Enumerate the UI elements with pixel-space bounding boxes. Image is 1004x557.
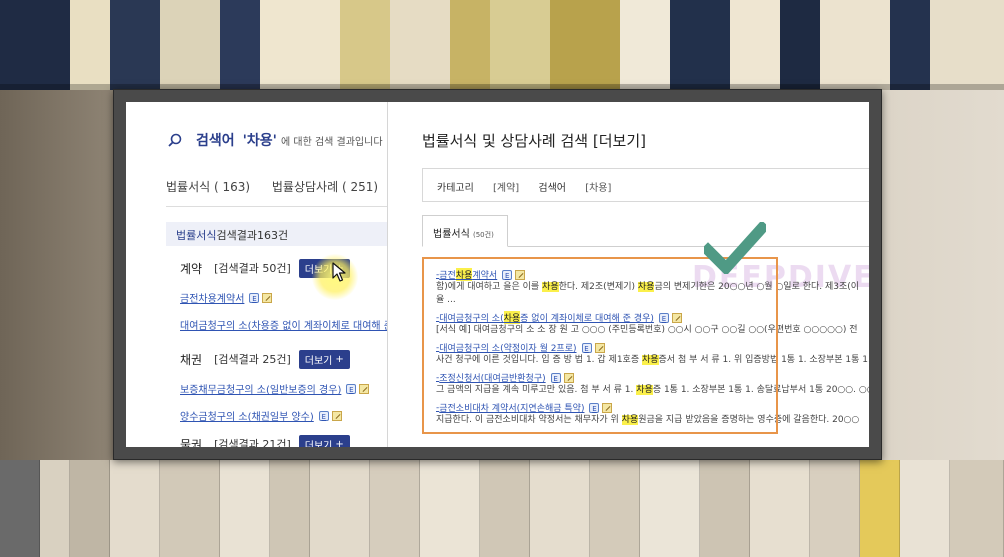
detail-panel: 법률서식 및 상담사례 검색 [더보기] 카테고리 [계약] 검색어 [차용] … (392, 102, 869, 447)
shelf-bottom (0, 460, 1004, 557)
search-keyword: '차용' (242, 133, 277, 149)
search-suffix: 에 대한 검색 결과입니다 (280, 137, 383, 148)
group-name: 계약 (180, 261, 203, 276)
more-button[interactable]: 더보기+ (298, 349, 350, 369)
preview-icon[interactable]: E (318, 410, 329, 421)
edit-icon[interactable] (262, 292, 273, 303)
more-button[interactable]: 더보기+ (298, 434, 350, 448)
group-count: [검색결과 50건] (214, 262, 291, 275)
keyword-value: [차용] (585, 183, 612, 194)
search-icon (168, 133, 182, 147)
search-header: 검색어 '차용' 에 대한 검색 결과입니다 (168, 130, 383, 150)
plus-icon: + (335, 353, 344, 365)
group-name: 채권 (180, 352, 203, 367)
shelf-top (0, 0, 1004, 90)
result-summary: 법률서식검색결과163건 (166, 222, 387, 246)
plus-icon: + (335, 438, 344, 448)
mouse-pointer-icon (332, 262, 346, 282)
item-link[interactable]: 양수금청구의 소(채권일부 양수) (180, 408, 314, 423)
keyword-label: 검색어 (538, 183, 566, 194)
item-link[interactable]: 대여금청구의 소(차용증 없이 계좌이체로 대여해 준 (180, 317, 387, 332)
tab-legal-cases[interactable]: 법률상담사례 ( 251) (272, 180, 378, 194)
result-group-property: 물권 [검색결과 21건] 더보기 + (180, 434, 350, 447)
checkmark-icon (704, 222, 766, 274)
category-label: 카테고리 (437, 183, 474, 194)
tab-count: (50건) (473, 231, 494, 239)
list-item[interactable]: 양수금청구의 소(채권일부 양수) E (180, 408, 369, 423)
result-count: 검색결과163건 (216, 229, 289, 242)
category-tabs: 법률서식 ( 163) 법률상담사례 ( 251) (166, 178, 387, 195)
divider (166, 206, 387, 207)
tab-legal-forms[interactable]: 법률서식 (50건) (422, 215, 508, 247)
edit-icon[interactable] (359, 383, 370, 394)
item-link[interactable]: 금전차용계약서 (180, 290, 244, 305)
tab-legal-forms[interactable]: 법률서식 ( 163) (166, 180, 250, 194)
tab-label: 법률서식 (433, 229, 470, 240)
preview-icon[interactable]: E (249, 292, 260, 303)
list-item[interactable]: 금전차용계약서 E (180, 290, 387, 305)
preview-icon[interactable]: E (346, 383, 357, 394)
category-value: [계약] (493, 183, 520, 194)
highlight-box (422, 257, 778, 434)
list-item[interactable]: 보증채무금청구의 소(일반보증의 경우) E (180, 381, 370, 396)
more-label: 더보기 (304, 355, 333, 367)
more-label: 더보기 (304, 440, 333, 448)
list-item[interactable]: 대여금청구의 소(차용증 없이 계좌이체로 대여해 준 (180, 317, 387, 332)
group-name: 물권 (180, 437, 203, 448)
page-title: 법률서식 및 상담사례 검색 [더보기] (422, 132, 646, 150)
result-type: 법률서식 (176, 229, 217, 242)
result-group-bond: 채권 [검색결과 25건] 더보기 + 보증채무금청구의 소(일반보증의 경우) E… (180, 349, 370, 423)
group-count: [검색결과 21건] (214, 438, 291, 447)
edit-icon[interactable] (331, 410, 342, 421)
group-count: [검색결과 25건] (214, 353, 291, 366)
item-link[interactable]: 보증채무금청구의 소(일반보증의 경우) (180, 381, 341, 396)
search-results-panel: 검색어 '차용' 에 대한 검색 결과입니다 법률서식 ( 163) 법률상담사… (126, 102, 388, 447)
screenshot-content: 검색어 '차용' 에 대한 검색 결과입니다 법률서식 ( 163) 법률상담사… (126, 102, 869, 447)
search-label: 검색어 (196, 133, 235, 149)
filter-summary: 카테고리 [계약] 검색어 [차용] (422, 168, 869, 202)
screenshot-frame: 검색어 '차용' 에 대한 검색 결과입니다 법률서식 ( 163) 법률상담사… (113, 89, 882, 460)
